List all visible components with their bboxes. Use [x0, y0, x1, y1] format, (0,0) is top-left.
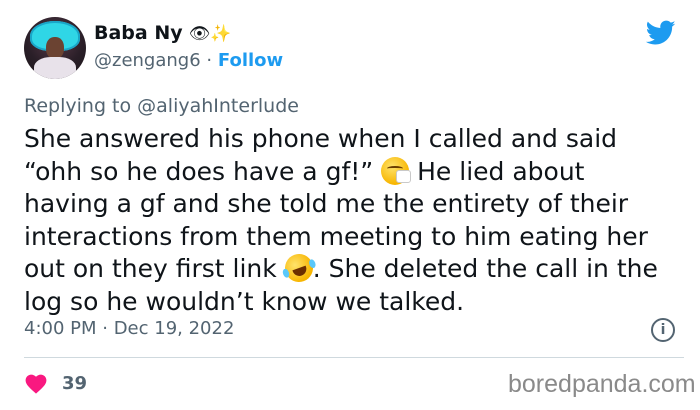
heart-icon[interactable]: [24, 372, 48, 394]
handle-line: @zengang6 · Follow: [94, 50, 283, 71]
sneezing-face-icon: [381, 156, 412, 185]
like-count[interactable]: 39: [62, 373, 87, 394]
watermark: boredpanda.com: [508, 370, 696, 398]
twitter-bird-icon[interactable]: [646, 20, 676, 46]
tweet-timestamp[interactable]: 4:00 PM · Dec 19, 2022: [24, 318, 234, 339]
avatar-shirt: [34, 57, 76, 79]
tweet-text-segment: “ohh so he does have a gf!”: [24, 156, 382, 186]
name-emojis: 👁✨: [188, 24, 232, 44]
tweet-line: having a gf and she told me the entirety…: [24, 189, 629, 218]
tweet-line: interactions from them meeting to him ea…: [24, 221, 648, 251]
tweet-line: She answered his phone when I called and…: [24, 124, 618, 153]
tweet-line: out on they first link . She deleted the…: [24, 250, 684, 286]
divider: [24, 357, 684, 358]
replying-to-prefix: Replying to: [24, 95, 138, 117]
tweet-line: log so he wouldn’t know we talked.: [24, 286, 465, 316]
user-handle[interactable]: @zengang6: [94, 50, 201, 71]
tweet-line: “ohh so he does have a gf!” He lied abou…: [24, 156, 684, 189]
replying-to: Replying to @aliyahInterlude: [24, 95, 299, 117]
info-icon[interactable]: i: [651, 318, 675, 342]
tweet-text-segment: . She deleted the call in the: [312, 254, 658, 283]
display-name[interactable]: Baba Ny 👁✨: [94, 22, 231, 44]
avatar[interactable]: [24, 17, 86, 79]
reply-mention-link[interactable]: @aliyahInterlude: [137, 95, 299, 117]
handle-separator: ·: [206, 50, 213, 71]
tweet-text: She answered his phone when I called and…: [24, 123, 684, 318]
tweet-text-segment: He lied about: [409, 156, 585, 186]
rolling-on-floor-laughing-icon: [280, 250, 317, 286]
follow-button[interactable]: Follow: [218, 50, 283, 71]
display-name-text[interactable]: Baba Ny: [94, 22, 183, 44]
avatar-face: [46, 37, 64, 59]
tweet-text-segment: out on they first link: [24, 254, 285, 283]
